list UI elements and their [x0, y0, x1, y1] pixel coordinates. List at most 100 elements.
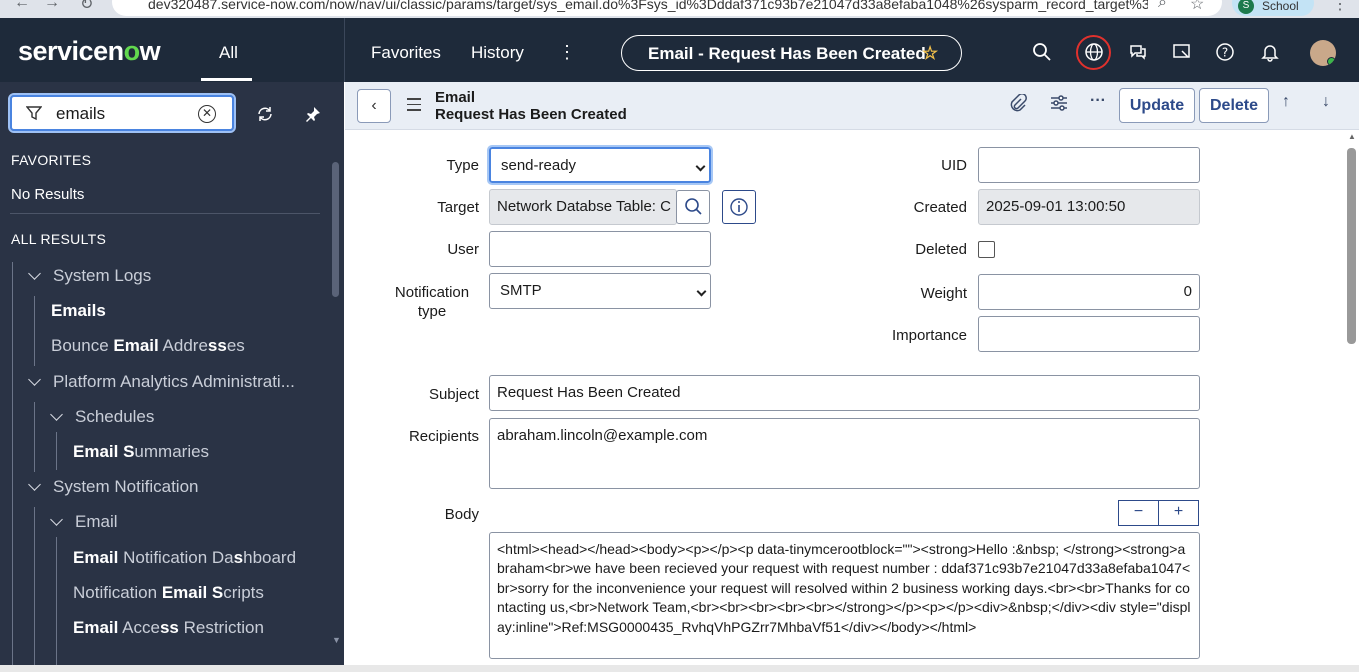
chevron-down-icon[interactable]	[50, 408, 63, 421]
navigator-filter-input[interactable]: emails ✕	[8, 93, 236, 133]
nav-item-email-summaries[interactable]: Email Summaries	[73, 442, 209, 462]
record-title-pill[interactable]: Email - Request Has Been Created ☆	[621, 35, 962, 71]
chat-icon[interactable]	[1128, 42, 1148, 62]
scroll-up-arrow-icon[interactable]: ▲	[1348, 132, 1356, 141]
target-info-button[interactable]	[722, 190, 756, 224]
attachment-icon[interactable]	[1009, 94, 1027, 114]
nav-item-system-notification[interactable]: System Notification	[53, 477, 199, 497]
tab-all[interactable]: All	[219, 43, 238, 63]
update-button[interactable]: Update	[1119, 88, 1195, 123]
main-scrollbar[interactable]	[1347, 148, 1356, 344]
chevron-down-icon[interactable]	[28, 267, 41, 280]
clear-filter-icon[interactable]: ✕	[198, 105, 216, 123]
subject-field[interactable]: Request Has Been Created	[489, 375, 1200, 411]
pin-icon[interactable]	[304, 105, 322, 123]
nav-item-notification-email-scripts[interactable]: Notification Email Scripts	[73, 583, 264, 603]
filter-icon	[26, 106, 42, 121]
expand-field-button[interactable]: +	[1158, 500, 1199, 526]
screen-share-icon[interactable]	[1172, 42, 1192, 62]
nav-item-system-logs[interactable]: System Logs	[53, 266, 151, 286]
info-icon	[730, 198, 748, 216]
body-label: Body	[444, 506, 479, 523]
url-text[interactable]: dev320487.service-now.com/now/nav/ui/cla…	[148, 0, 1148, 12]
back-button[interactable]: ‹	[357, 89, 391, 123]
settings-sliders-icon[interactable]	[1049, 94, 1069, 112]
notification-type-select[interactable]: SMTP	[489, 273, 711, 309]
horizontal-scrollbar[interactable]	[0, 665, 1359, 672]
user-label: User	[447, 241, 479, 258]
nav-item-email[interactable]: Email	[75, 512, 118, 532]
profile-avatar: S	[1238, 0, 1254, 14]
deleted-checkbox[interactable]	[978, 241, 995, 258]
weight-field[interactable]: 0	[978, 274, 1200, 310]
nav-item-platform-analytics[interactable]: Platform Analytics Administrati...	[53, 372, 295, 392]
globe-icon	[1085, 43, 1103, 61]
chevron-down-icon	[696, 286, 707, 297]
help-icon[interactable]: ?	[1215, 42, 1235, 62]
next-record-icon[interactable]: ↓	[1322, 93, 1330, 111]
type-select[interactable]: send-ready	[487, 145, 713, 185]
importance-label: Importance	[891, 327, 967, 344]
nav-history[interactable]: History	[471, 43, 524, 63]
user-field[interactable]	[489, 231, 711, 267]
nav-item-emails[interactable]: Emails	[51, 301, 106, 321]
user-avatar[interactable]	[1310, 40, 1336, 66]
deleted-label: Deleted	[915, 241, 967, 258]
context-menu-icon[interactable]	[407, 98, 421, 115]
delete-button[interactable]: Delete	[1199, 88, 1269, 123]
search-icon	[685, 198, 702, 215]
favorite-star-icon[interactable]: ☆	[922, 43, 938, 64]
nav-item-bounce-email-addresses[interactable]: Bounce Email Addresses	[51, 336, 245, 356]
forward-icon[interactable]: →	[44, 0, 60, 12]
previous-record-icon[interactable]: ↑	[1282, 93, 1290, 111]
target-field[interactable]: Network Databse Table: C	[489, 189, 677, 225]
svg-text:?: ?	[1222, 46, 1228, 60]
reload-icon[interactable]: ↻	[80, 0, 93, 14]
all-results-heading: ALL RESULTS	[11, 231, 107, 247]
online-status-dot	[1327, 57, 1336, 66]
filter-text: emails	[56, 104, 106, 123]
chevron-down-icon[interactable]	[28, 478, 41, 491]
profile-label: School	[1262, 0, 1299, 13]
nav-item-email-access-restriction[interactable]: Email Access Restriction	[73, 618, 264, 638]
recipients-label: Recipients	[408, 428, 479, 445]
target-label: Target	[437, 199, 479, 216]
browser-toolbar: ← → ↻ dev320487.service-now.com/now/nav/…	[0, 0, 1359, 18]
weight-label: Weight	[920, 285, 967, 302]
shrink-field-button[interactable]: −	[1118, 500, 1159, 526]
back-icon[interactable]: ←	[14, 0, 30, 12]
nav-favorites[interactable]: Favorites	[371, 43, 441, 63]
browser-menu-icon[interactable]: ⋮	[1332, 0, 1348, 14]
form-record-name: Request Has Been Created	[435, 106, 627, 123]
nav-item-email-notification-dashboard[interactable]: Email Notification Dashboard	[73, 548, 296, 568]
refresh-icon[interactable]	[256, 105, 274, 123]
target-lookup-button[interactable]	[676, 190, 710, 224]
top-navigation: servicenow All Favorites History ⋮ Email…	[0, 18, 1359, 82]
scroll-down-arrow-icon[interactable]: ▼	[332, 635, 341, 645]
recipients-field[interactable]: abraham.lincoln@example.com	[489, 418, 1200, 489]
type-label: Type	[446, 157, 479, 174]
body-field[interactable]: <html><head></head><body><p></p><p data-…	[489, 532, 1200, 659]
zoom-icon[interactable]: ⌕	[1158, 0, 1167, 12]
favorites-heading: FAVORITES	[11, 152, 92, 168]
created-field: 2025-09-01 13:00:50	[978, 189, 1200, 225]
notifications-bell-icon[interactable]	[1260, 42, 1280, 62]
active-tab-indicator	[201, 78, 252, 81]
uid-field[interactable]	[978, 147, 1200, 183]
navigator-sidebar: emails ✕ FAVORITES No Results ALL RESULT…	[0, 82, 344, 672]
more-actions-icon[interactable]: ···	[1090, 92, 1106, 110]
sidebar-scrollbar[interactable]	[332, 162, 339, 297]
nav-item-schedules[interactable]: Schedules	[75, 407, 154, 427]
browser-profile[interactable]: S School	[1232, 0, 1314, 16]
form-table-name: Email	[435, 89, 476, 106]
search-icon[interactable]	[1032, 42, 1052, 62]
servicenow-logo[interactable]: servicenow	[18, 36, 161, 67]
main-content: ‹ Email Request Has Been Created ··· Upd…	[345, 82, 1359, 672]
bookmark-star-icon[interactable]: ☆	[1190, 0, 1204, 14]
form-title: Email Request Has Been Created	[435, 89, 627, 123]
importance-field[interactable]	[978, 316, 1200, 352]
more-menu-icon[interactable]: ⋮	[558, 42, 576, 63]
chevron-down-icon[interactable]	[50, 513, 63, 526]
form-header: ‹ Email Request Has Been Created ··· Upd…	[345, 82, 1359, 130]
chevron-down-icon[interactable]	[28, 373, 41, 386]
